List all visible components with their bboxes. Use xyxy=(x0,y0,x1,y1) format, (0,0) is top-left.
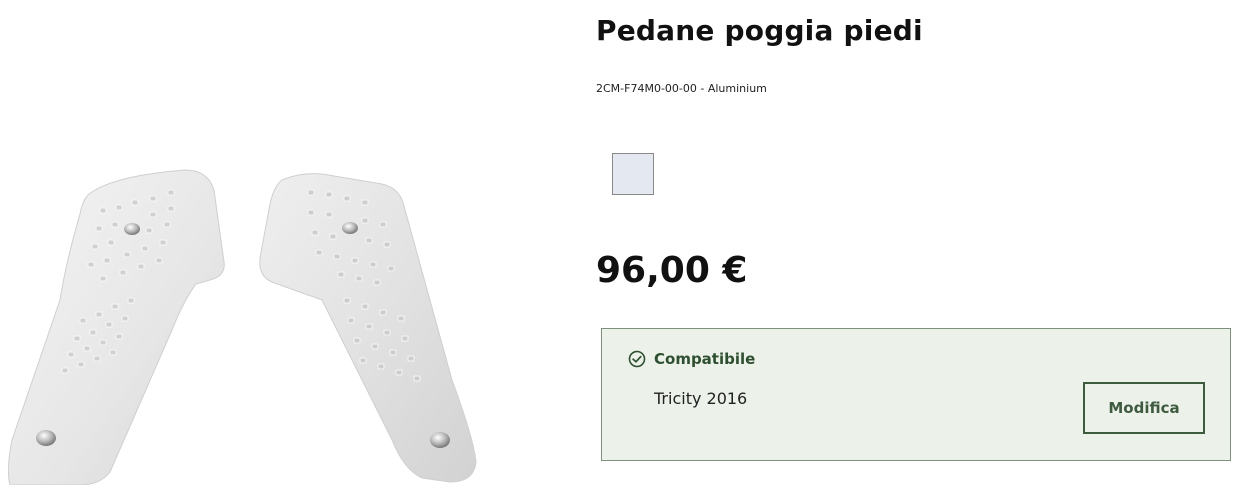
compatibility-label: Compatibile xyxy=(654,350,756,368)
product-sku: 2CM-F74M0-00-00 - Aluminium xyxy=(596,82,767,95)
color-swatch-aluminium[interactable] xyxy=(612,153,654,195)
footrest-plates-image xyxy=(7,169,477,485)
product-title: Pedane poggia piedi xyxy=(596,14,923,47)
compatible-model: Tricity 2016 xyxy=(654,389,748,408)
compatibility-panel: Compatibile Tricity 2016 Modifica xyxy=(601,328,1231,461)
modify-button[interactable]: Modifica xyxy=(1083,382,1205,434)
product-image xyxy=(0,0,560,485)
product-price: 96,00 € xyxy=(596,250,748,291)
check-circle-icon xyxy=(628,350,646,368)
compatibility-header: Compatibile xyxy=(628,350,755,368)
